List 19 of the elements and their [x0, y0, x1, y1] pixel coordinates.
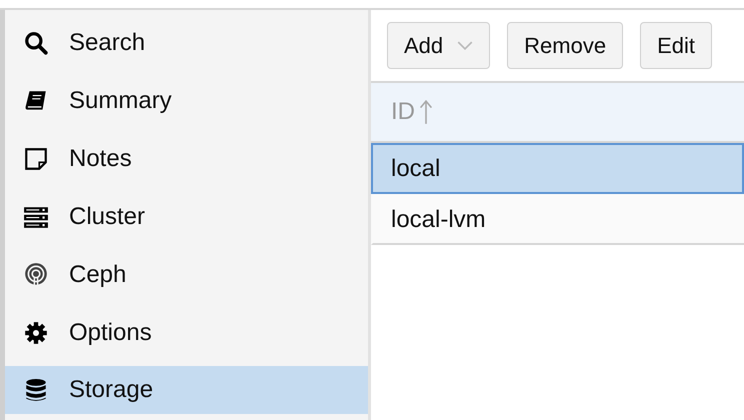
- search-icon: [23, 30, 49, 56]
- table-row[interactable]: local: [371, 143, 744, 194]
- sidebar-item[interactable]: Search: [5, 14, 368, 72]
- add-dropdown-button[interactable]: Add: [387, 22, 490, 69]
- sidebar-item[interactable]: Cluster: [5, 188, 368, 246]
- ceph-icon: [23, 262, 49, 288]
- sidebar-item[interactable]: Notes: [5, 130, 368, 188]
- table-cell-text: local-lvm: [390, 206, 486, 234]
- caret-icon: [457, 41, 474, 50]
- sidebar-item[interactable]: Storage: [5, 366, 368, 414]
- sidebar-item[interactable]: Summary: [5, 72, 368, 130]
- toolbar-button[interactable]: Edit: [640, 22, 712, 69]
- settings-icon: [23, 320, 49, 346]
- sidebar-item[interactable]: Ceph: [5, 246, 368, 304]
- note-icon: [23, 146, 49, 172]
- table-cell-text: local: [390, 154, 440, 182]
- toolbar-button[interactable]: Remove: [507, 22, 624, 69]
- sidebar-item[interactable]: Options: [5, 304, 368, 362]
- table-row[interactable]: local-lvm: [371, 194, 744, 245]
